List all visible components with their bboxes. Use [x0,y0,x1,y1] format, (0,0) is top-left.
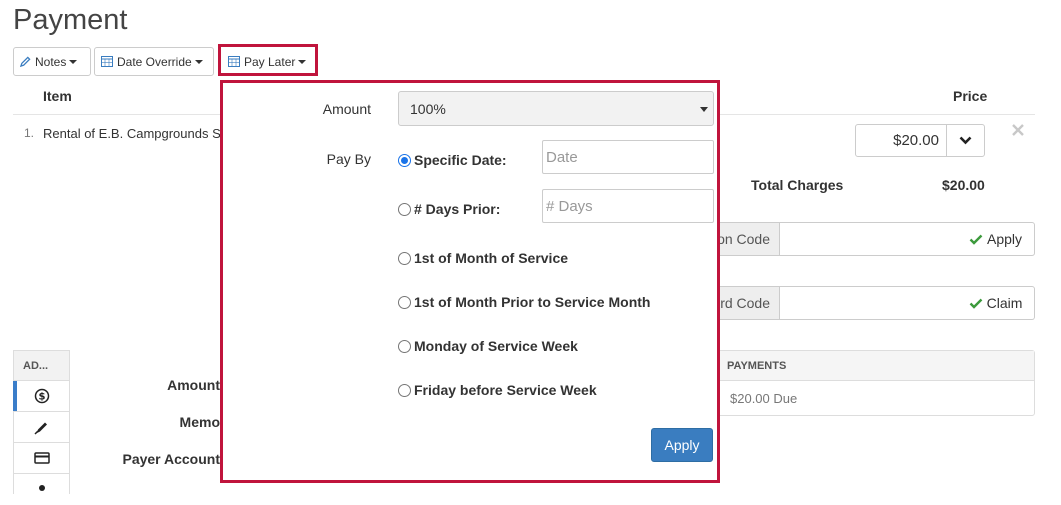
payments-due: $20.00 Due [730,391,798,406]
payments-header: PAYMENTS [715,351,1034,381]
option-days-prior[interactable]: # Days Prior: [398,201,500,217]
pay-later-highlight [218,44,318,76]
radio-monday-of-week[interactable] [398,339,411,353]
option-first-of-month[interactable]: 1st of Month of Service [398,250,568,266]
radio-specific-date[interactable] [398,153,411,167]
check-icon [969,298,982,309]
option-first-of-prior-month[interactable]: 1st of Month Prior to Service Month [398,294,650,310]
row-item-name: Rental of E.B. Campgrounds S [43,126,221,141]
price-input[interactable]: $20.00 [855,124,947,157]
coupon-apply-label: Apply [986,231,1023,247]
option-specific-date[interactable]: Specific Date: [398,152,507,168]
price-dropdown-button[interactable] [946,124,985,157]
payments-panel: PAYMENTS $20.00 Due [714,350,1035,416]
pay-by-label: Pay By [326,151,371,167]
amount-select[interactable]: 100% [398,91,714,126]
check-icon [969,234,983,245]
memo-label: Memo [179,414,220,430]
radio-first-of-prior-month[interactable] [398,295,411,309]
notes-label: Notes [35,54,67,69]
radio-first-of-month[interactable] [398,251,411,265]
page-title: Payment [13,4,128,36]
option-friday-before-week[interactable]: Friday before Service Week [398,382,597,398]
specific-date-input[interactable] [542,140,714,174]
coupon-code-input[interactable] [779,222,958,256]
option-monday-of-week[interactable]: Monday of Service Week [398,338,578,354]
gift-card-code-input[interactable] [779,286,958,320]
price-column-header: Price [953,88,988,104]
radio-days-prior[interactable] [398,202,411,216]
date-override-button[interactable]: Date Override [94,47,214,76]
option-first-of-prior-month-label: 1st of Month Prior to Service Month [414,294,651,310]
gift-card-claim-label: Claim [986,295,1023,311]
pay-later-apply-button[interactable]: Apply [651,428,713,462]
pay-later-popup: Amount 100% Pay By Specific Date: # Days… [220,80,720,483]
date-override-label: Date Override [117,54,192,69]
option-monday-of-week-label: Monday of Service Week [414,338,578,354]
calendar-icon [101,56,113,67]
option-friday-before-week-label: Friday before Service Week [414,382,597,398]
caret-down-icon [69,59,78,64]
coupon-apply-button[interactable]: Apply [957,222,1035,256]
remove-item-icon[interactable] [1011,123,1025,140]
item-column-header: Item [43,88,72,104]
payer-account-label: Payer Account [122,451,220,467]
total-charges-label: Total Charges [751,177,844,193]
days-prior-input[interactable] [542,189,714,223]
option-first-of-month-label: 1st of Month of Service [414,250,569,266]
radio-friday-before-week[interactable] [398,383,411,397]
notes-button[interactable]: Notes [13,47,91,76]
option-days-prior-label: # Days Prior: [414,201,501,217]
amount-label: Amount [167,377,220,393]
tab-more[interactable] [14,474,69,505]
pencil-icon [20,56,31,67]
option-specific-date-label: Specific Date: [414,152,507,168]
total-charges-value: $20.00 [942,177,985,193]
chevron-down-icon [959,136,972,145]
row-number: 1. [24,126,35,140]
gift-card-claim-button[interactable]: Claim [957,286,1035,320]
caret-down-icon [700,107,708,112]
popup-amount-label: Amount [322,101,371,117]
svg-text:$: $ [38,392,45,403]
caret-down-icon [194,59,203,64]
amount-select-value: 100% [410,100,446,117]
